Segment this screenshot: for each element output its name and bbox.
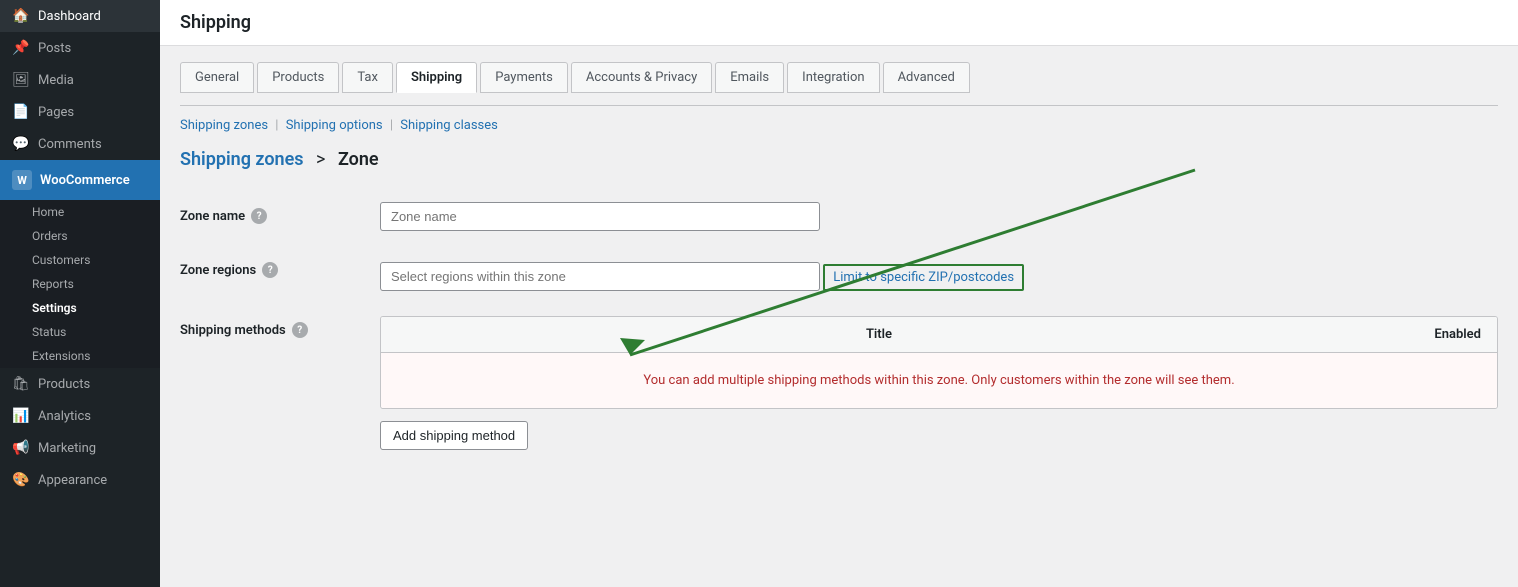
sidebar-item-customers[interactable]: Customers bbox=[0, 248, 160, 272]
zone-regions-row: Zone regions ? Limit to specific ZIP/pos… bbox=[180, 244, 1498, 304]
page-title: Shipping bbox=[160, 0, 1518, 46]
settings-tabs: General Products Tax Shipping Payments A… bbox=[180, 62, 1498, 106]
sidebar-item-comments[interactable]: 💬 Comments bbox=[0, 128, 160, 160]
sidebar-item-label: Products bbox=[38, 377, 90, 392]
tab-products[interactable]: Products bbox=[257, 62, 339, 93]
breadcrumb-arrow: > bbox=[316, 149, 325, 170]
sidebar-item-media[interactable]: 🖼 Media bbox=[0, 64, 160, 96]
limit-link-container: Limit to specific ZIP/postcodes bbox=[823, 264, 1024, 291]
sidebar-item-appearance[interactable]: 🎨 Appearance bbox=[0, 464, 160, 496]
woocommerce-sub-menu: Home Orders Customers Reports Settings S… bbox=[0, 200, 160, 368]
zone-name-input[interactable] bbox=[380, 202, 820, 231]
sidebar-item-label: Appearance bbox=[38, 473, 107, 488]
tab-payments[interactable]: Payments bbox=[480, 62, 568, 93]
posts-icon: 📌 bbox=[12, 39, 30, 57]
subnav-shipping-zones[interactable]: Shipping zones bbox=[180, 118, 268, 133]
zone-regions-input[interactable] bbox=[380, 262, 820, 291]
subnav-shipping-classes[interactable]: Shipping classes bbox=[400, 118, 498, 133]
tab-accounts[interactable]: Accounts & Privacy bbox=[571, 62, 712, 93]
woocommerce-menu-header[interactable]: W WooCommerce bbox=[0, 160, 160, 200]
sidebar-item-extensions[interactable]: Extensions bbox=[0, 344, 160, 368]
content-area: General Products Tax Shipping Payments A… bbox=[160, 46, 1518, 587]
sidebar-item-products[interactable]: 🛍 Products bbox=[0, 368, 160, 400]
sidebar-item-label: Pages bbox=[38, 105, 74, 120]
sidebar-item-label: Analytics bbox=[38, 409, 91, 424]
sidebar-item-settings[interactable]: Settings bbox=[0, 296, 160, 320]
woo-icon: W bbox=[12, 170, 32, 190]
zone-regions-help-icon[interactable]: ? bbox=[262, 262, 278, 278]
zone-regions-input-area: Limit to specific ZIP/postcodes bbox=[380, 256, 1498, 291]
tab-shipping[interactable]: Shipping bbox=[396, 62, 477, 93]
breadcrumb: Shipping zones > Zone bbox=[180, 149, 1498, 170]
sidebar-item-label: Marketing bbox=[38, 441, 96, 456]
zone-name-help-icon[interactable]: ? bbox=[251, 208, 267, 224]
zone-regions-label: Zone regions ? bbox=[180, 256, 380, 278]
sidebar-item-analytics[interactable]: 📊 Analytics bbox=[0, 400, 160, 432]
tabs-row: General Products Tax Shipping Payments A… bbox=[180, 62, 1498, 93]
shipping-methods-label: Shipping methods ? bbox=[180, 316, 380, 338]
media-icon: 🖼 bbox=[12, 71, 30, 89]
sidebar: 🏠 Dashboard 📌 Posts 🖼 Media 📄 Pages 💬 Co… bbox=[0, 0, 160, 587]
sidebar-item-dashboard[interactable]: 🏠 Dashboard bbox=[0, 0, 160, 32]
sidebar-item-label: Posts bbox=[38, 41, 71, 56]
zone-name-row: Zone name ? bbox=[180, 190, 1498, 244]
appearance-icon: 🎨 bbox=[12, 471, 30, 489]
pages-icon: 📄 bbox=[12, 103, 30, 121]
tab-advanced[interactable]: Advanced bbox=[883, 62, 970, 93]
shipping-methods-row: Shipping methods ? Title Enabled You can… bbox=[180, 304, 1498, 462]
breadcrumb-current: Zone bbox=[338, 149, 379, 170]
sidebar-item-label: Media bbox=[38, 73, 74, 88]
subnav-separator-1: | bbox=[275, 118, 281, 133]
sidebar-item-home[interactable]: Home bbox=[0, 200, 160, 224]
marketing-icon: 📢 bbox=[12, 439, 30, 457]
main-content: Shipping General Products Tax Shipping P… bbox=[160, 0, 1518, 587]
shipping-methods-area: Title Enabled You can add multiple shipp… bbox=[380, 316, 1498, 450]
zone-name-input-area bbox=[380, 202, 1498, 231]
sidebar-item-orders[interactable]: Orders bbox=[0, 224, 160, 248]
sidebar-item-label: Dashboard bbox=[38, 9, 101, 24]
sub-navigation: Shipping zones | Shipping options | Ship… bbox=[180, 118, 1498, 133]
tab-integration[interactable]: Integration bbox=[787, 62, 879, 93]
tab-general[interactable]: General bbox=[180, 62, 254, 93]
sidebar-item-posts[interactable]: 📌 Posts bbox=[0, 32, 160, 64]
comments-icon: 💬 bbox=[12, 135, 30, 153]
products-icon: 🛍 bbox=[12, 375, 30, 393]
analytics-icon: 📊 bbox=[12, 407, 30, 425]
sidebar-item-status[interactable]: Status bbox=[0, 320, 160, 344]
sidebar-item-marketing[interactable]: 📢 Marketing bbox=[0, 432, 160, 464]
tab-tax[interactable]: Tax bbox=[342, 62, 393, 93]
methods-empty-message: You can add multiple shipping methods wi… bbox=[381, 353, 1497, 408]
subnav-shipping-options[interactable]: Shipping options bbox=[286, 118, 383, 133]
methods-col-enabled: Enabled bbox=[1361, 327, 1481, 342]
limit-zip-link[interactable]: Limit to specific ZIP/postcodes bbox=[823, 264, 1024, 291]
sidebar-item-label: Comments bbox=[38, 137, 102, 152]
add-shipping-method-button[interactable]: Add shipping method bbox=[380, 421, 528, 450]
zone-name-label: Zone name ? bbox=[180, 202, 380, 224]
woocommerce-label: WooCommerce bbox=[40, 173, 130, 188]
sidebar-item-pages[interactable]: 📄 Pages bbox=[0, 96, 160, 128]
dashboard-icon: 🏠 bbox=[12, 7, 30, 25]
subnav-separator-2: | bbox=[390, 118, 396, 133]
sidebar-item-reports[interactable]: Reports bbox=[0, 272, 160, 296]
shipping-methods-help-icon[interactable]: ? bbox=[292, 322, 308, 338]
breadcrumb-link[interactable]: Shipping zones bbox=[180, 149, 304, 170]
methods-col-title: Title bbox=[397, 327, 1361, 342]
methods-table: Title Enabled You can add multiple shipp… bbox=[380, 316, 1498, 409]
tab-emails[interactable]: Emails bbox=[715, 62, 784, 93]
methods-table-header: Title Enabled bbox=[381, 317, 1497, 353]
